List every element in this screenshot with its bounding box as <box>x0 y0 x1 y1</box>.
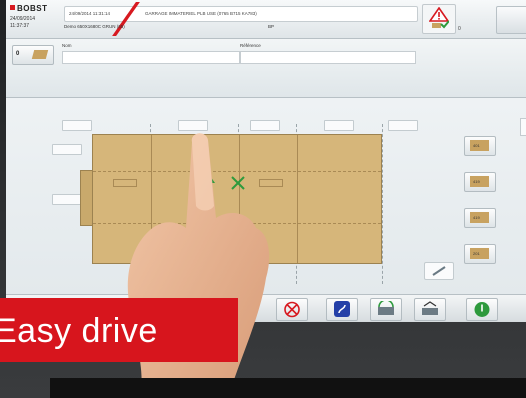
brand-logo: BOBST <box>10 4 48 13</box>
dimension-tab[interactable] <box>324 120 354 131</box>
dimension-tab[interactable] <box>388 120 418 131</box>
current-date: 24/09/2014 <box>10 16 36 22</box>
brand-square-icon <box>10 5 15 10</box>
alert-button[interactable] <box>422 4 456 34</box>
reference-label: Référence <box>240 43 261 48</box>
job-info-row: 0 Nom Référence <box>6 39 526 98</box>
no-entry-button[interactable] <box>276 298 308 321</box>
feeder-button-1[interactable]: 401 <box>464 136 496 156</box>
music-button[interactable] <box>326 298 358 321</box>
machine-sync-icon <box>378 301 394 315</box>
music-icon <box>334 301 350 317</box>
machine-adjust-button[interactable] <box>414 298 446 321</box>
feeder-button-4[interactable]: 201 <box>464 244 496 264</box>
brand-name: BOBST <box>17 4 48 13</box>
keyboard-edge <box>50 378 526 398</box>
current-time: 11:37:37 <box>10 23 30 29</box>
feeder-label: 401 <box>473 143 480 148</box>
guide-line <box>382 124 383 284</box>
header-bar: BOBST 24/09/2014 11:37:37 24/09/2014 11:… <box>6 0 526 39</box>
pen-icon <box>432 266 446 276</box>
header-action-button[interactable] <box>496 6 526 34</box>
easy-drive-banner: Easy drive <box>0 298 238 362</box>
feeder-button-3[interactable]: 419 <box>464 208 496 228</box>
machine-adjust-icon <box>422 301 438 315</box>
name-label: Nom <box>62 43 72 48</box>
feeder-label: 419 <box>473 179 480 184</box>
counter-value: 0 <box>16 51 20 57</box>
counter-button[interactable]: 0 <box>12 45 54 65</box>
alert-count: 0 <box>458 26 461 32</box>
datetime: 24/09/2014 11:37:37 <box>10 16 35 30</box>
dimension-tab[interactable] <box>52 194 82 205</box>
dimension-tab[interactable] <box>52 144 82 155</box>
name-input[interactable] <box>62 51 240 64</box>
feeder-label: 419 <box>473 215 480 220</box>
operation-code: BP <box>268 24 275 29</box>
no-entry-icon <box>284 301 300 318</box>
feeder-label: 201 <box>473 251 480 256</box>
edit-button[interactable] <box>424 262 454 280</box>
box-icon <box>31 50 49 59</box>
power-button[interactable] <box>466 298 498 321</box>
side-tab[interactable] <box>520 118 526 136</box>
warning-icon <box>429 7 449 29</box>
machine-sync-button[interactable] <box>370 298 402 321</box>
reference-input[interactable] <box>240 51 416 64</box>
banner-text: Easy drive <box>0 312 158 350</box>
job-field[interactable]: 24/09/2014 11:31:14 GARRAGE IMMATERIEL P… <box>64 6 418 22</box>
crease-line <box>297 135 298 263</box>
job-timestamp: 24/09/2014 11:31:14 <box>69 11 110 16</box>
job-title: GARRAGE IMMATERIEL PLB USE (0765 B715 KA… <box>145 11 257 16</box>
dimension-tab[interactable] <box>62 120 92 131</box>
feeder-button-2[interactable]: 419 <box>464 172 496 192</box>
machine-label: Demo 650X1680C GRUN (65) <box>64 24 125 29</box>
power-icon <box>474 302 490 317</box>
